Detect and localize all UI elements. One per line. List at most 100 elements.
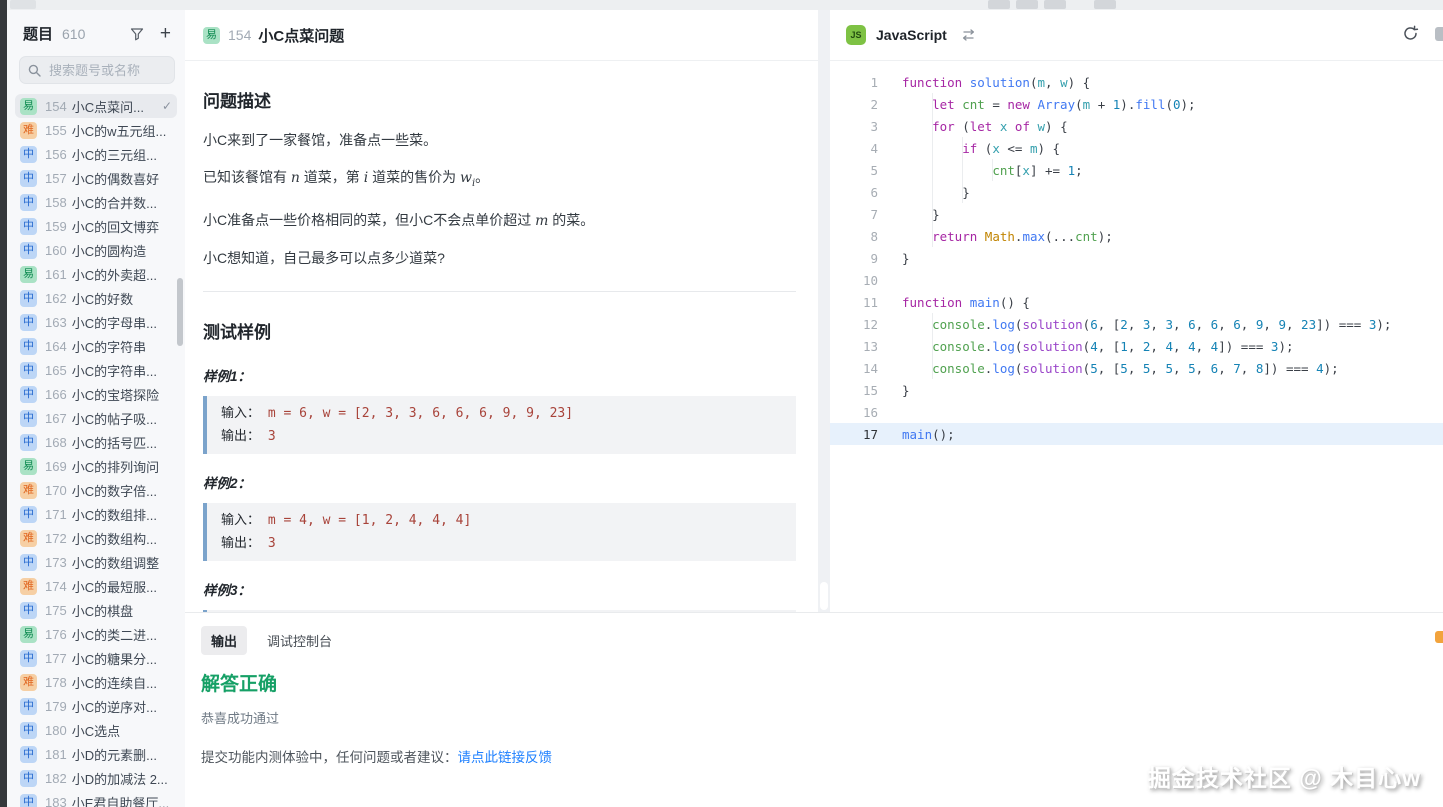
problem-number: 180 xyxy=(45,723,67,738)
description-paragraph: 已知该餐馆有 n 道菜，第 i 道菜的售价为 wi。 xyxy=(203,169,796,192)
window-top-strip xyxy=(7,0,1443,10)
problem-title: 小C的圆构造 xyxy=(72,241,146,260)
difficulty-badge: 中 xyxy=(20,290,37,307)
problem-list-item[interactable]: 中175小C的棋盘 xyxy=(15,598,177,622)
problem-title: 小C选点 xyxy=(72,721,120,740)
problem-list-item[interactable]: 难178小C的连续自... xyxy=(15,670,177,694)
sidebar-scrollbar[interactable] xyxy=(177,278,183,346)
problem-number: 154 xyxy=(228,27,251,43)
problem-list-item[interactable]: 易176小C的类二进... xyxy=(15,622,177,646)
problem-list-item[interactable]: 中166小C的宝塔探险 xyxy=(15,382,177,406)
code-line[interactable]: 10 xyxy=(830,269,1443,291)
code-line[interactable]: 12 console.log(solution(6, [2, 3, 3, 6, … xyxy=(830,313,1443,335)
add-problem-icon[interactable]: + xyxy=(160,27,171,41)
code-line[interactable]: 2 let cnt = new Array(m + 1).fill(0); xyxy=(830,93,1443,115)
tab-debug-console[interactable]: 调试控制台 xyxy=(257,626,342,655)
problem-list-item[interactable]: 中159小C的回文博弈 xyxy=(15,214,177,238)
problem-list-item[interactable]: 易169小C的排列询问 xyxy=(15,454,177,478)
javascript-icon: JS xyxy=(846,25,866,45)
problem-list-item[interactable]: 难170小C的数字倍... xyxy=(15,478,177,502)
problem-title: 小C的合并数... xyxy=(72,193,157,212)
code-line[interactable]: 14 console.log(solution(5, [5, 5, 5, 5, … xyxy=(830,357,1443,379)
problem-list-item[interactable]: 中164小C的字符串 xyxy=(15,334,177,358)
problem-number: 162 xyxy=(45,291,67,306)
problem-list-item[interactable]: 中179小C的逆序对... xyxy=(15,694,177,718)
problem-list-item[interactable]: 中182小D的加减法 2... xyxy=(15,766,177,790)
section-divider xyxy=(203,291,796,292)
result-status: 解答正确 xyxy=(201,669,1443,696)
problem-list-item[interactable]: 中165小C的字符串... xyxy=(15,358,177,382)
problem-list-item[interactable]: 中163小C的字母串... xyxy=(15,310,177,334)
problem-list-item[interactable]: 易154小C点菜问...✓ xyxy=(15,94,177,118)
code-line[interactable]: 8 return Math.max(...cnt); xyxy=(830,225,1443,247)
problem-number: 173 xyxy=(45,555,67,570)
difficulty-badge: 难 xyxy=(20,674,37,691)
problem-number: 164 xyxy=(45,339,67,354)
code-line[interactable]: 16 xyxy=(830,401,1443,423)
problem-list-item[interactable]: 中183小E君自助餐厅... xyxy=(15,790,177,807)
code-line[interactable]: 11function main() { xyxy=(830,291,1443,313)
problem-list-item[interactable]: 中181小D的元素删... xyxy=(15,742,177,766)
problem-number: 154 xyxy=(45,99,67,114)
feedback-link[interactable]: 请点此链接反馈 xyxy=(458,750,553,765)
code-line[interactable]: 15} xyxy=(830,379,1443,401)
difficulty-badge: 中 xyxy=(20,386,37,403)
difficulty-badge: 易 xyxy=(20,98,37,115)
clipped-toolbar-icon[interactable] xyxy=(1435,27,1443,41)
code-line[interactable]: 9} xyxy=(830,247,1443,269)
problem-list-item[interactable]: 中 180 小C选点 xyxy=(15,718,177,742)
code-line[interactable]: 6 } xyxy=(830,181,1443,203)
problem-list-item[interactable]: 中160小C的圆构造 xyxy=(15,238,177,262)
problem-list-item[interactable]: 难172小C的数组构... xyxy=(15,526,177,550)
problem-list-item[interactable]: 中157小C的偶数喜好 xyxy=(15,166,177,190)
problem-list-item[interactable]: 中173小C的数组调整 xyxy=(15,550,177,574)
problem-list-item[interactable]: 中167小C的帖子吸... xyxy=(15,406,177,430)
code-line[interactable]: 17main(); xyxy=(830,423,1443,445)
problem-list-item[interactable]: 易161小C的外卖超... xyxy=(15,262,177,286)
problem-scrollbar-thumb[interactable] xyxy=(820,582,828,610)
reset-code-icon[interactable] xyxy=(1402,25,1419,42)
problem-title: 小D的元素删... xyxy=(72,745,157,764)
problem-list-item[interactable]: 中162小C的好数 xyxy=(15,286,177,310)
search-input[interactable] xyxy=(47,62,166,79)
difficulty-badge: 中 xyxy=(20,770,37,787)
code-line[interactable]: 4 if (x <= m) { xyxy=(830,137,1443,159)
problem-list-item[interactable]: 中171小C的数组排... xyxy=(15,502,177,526)
switch-language-icon[interactable] xyxy=(961,29,976,41)
search-box[interactable] xyxy=(19,56,175,84)
line-number: 12 xyxy=(830,317,878,332)
window-chrome-tab xyxy=(988,0,1010,9)
search-icon xyxy=(28,64,41,77)
problem-title: 小C的逆序对... xyxy=(72,697,157,716)
problem-number: 181 xyxy=(45,747,67,762)
problem-list-item[interactable]: 中168小C的括号匹... xyxy=(15,430,177,454)
problem-number: 171 xyxy=(45,507,67,522)
problem-title: 小C的类二进... xyxy=(72,625,157,644)
difficulty-badge: 中 xyxy=(20,722,37,739)
code-line[interactable]: 13 console.log(solution(4, [1, 2, 4, 4, … xyxy=(830,335,1443,357)
problem-number: 178 xyxy=(45,675,67,690)
line-number: 4 xyxy=(830,141,878,156)
problem-list-item[interactable]: 中158小C的合并数... xyxy=(15,190,177,214)
problem-title: 小C的回文博弈 xyxy=(72,217,159,236)
filter-icon[interactable] xyxy=(130,27,144,41)
tab-output[interactable]: 输出 xyxy=(201,626,247,655)
language-label: JavaScript xyxy=(876,27,947,43)
problem-title: 小C的字母串... xyxy=(72,313,157,332)
difficulty-badge: 易 xyxy=(203,27,220,44)
problem-list-item[interactable]: 难174小C的最短服... xyxy=(15,574,177,598)
problem-list-item[interactable]: 中177小C的糖果分... xyxy=(15,646,177,670)
code-editor[interactable]: 1function solution(m, w) {2 let cnt = ne… xyxy=(830,61,1443,612)
code-line[interactable]: 1function solution(m, w) { xyxy=(830,71,1443,93)
problem-list-item[interactable]: 中156小C的三元组... xyxy=(15,142,177,166)
problem-title: 小C的字符串... xyxy=(72,361,157,380)
difficulty-badge: 中 xyxy=(20,146,37,163)
code-line[interactable]: 5 cnt[x] += 1; xyxy=(830,159,1443,181)
difficulty-badge: 难 xyxy=(20,122,37,139)
problem-title: 小C的棋盘 xyxy=(72,601,133,620)
line-number: 7 xyxy=(830,207,878,222)
problem-list-item[interactable]: 难155小C的w五元组... xyxy=(15,118,177,142)
description-heading: 问题描述 xyxy=(203,87,796,112)
code-line[interactable]: 7 } xyxy=(830,203,1443,225)
code-line[interactable]: 3 for (let x of w) { xyxy=(830,115,1443,137)
